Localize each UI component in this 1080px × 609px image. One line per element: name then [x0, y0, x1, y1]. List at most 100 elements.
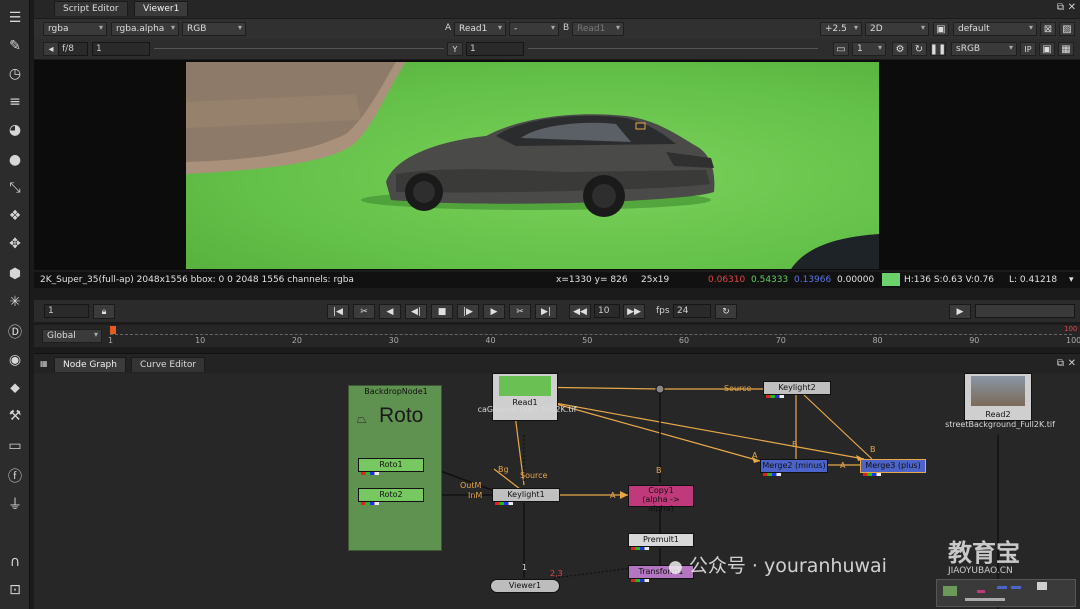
furnace-icon[interactable]: ⓕ [5, 466, 25, 486]
gain-field[interactable]: 1 [92, 42, 150, 56]
pause-icon[interactable]: ❚❚ [930, 42, 946, 56]
color-icon[interactable]: ◕ [5, 120, 25, 140]
skip-back-icon[interactable]: ◀◀ [569, 304, 591, 319]
node-premult[interactable]: Premult1 [628, 533, 694, 550]
channel-set-select[interactable]: rgba [43, 22, 107, 36]
node-viewer1[interactable]: Viewer1 [490, 579, 560, 593]
display-channel-select[interactable]: RGB [182, 22, 246, 36]
refresh-icon[interactable]: ↻ [911, 42, 927, 56]
node-keylight2[interactable]: Keylight2 [763, 381, 831, 398]
node-graph-navigator[interactable] [936, 579, 1076, 607]
node-roto1[interactable]: Roto1 [358, 458, 424, 475]
camera-icon[interactable]: ▣ [933, 22, 949, 36]
a-input-select[interactable]: Read1 [454, 22, 506, 36]
node-merge2[interactable]: Merge2 (minus) [760, 459, 828, 476]
stop-icon[interactable]: ■ [431, 304, 453, 319]
close-panel-icon[interactable]: ✕ [1068, 2, 1076, 13]
views-icon[interactable]: ◉ [5, 350, 25, 370]
proxy-select[interactable]: 1 [852, 42, 886, 56]
flipbook-icon[interactable]: ▶ [949, 304, 971, 319]
node-read2-label: Read2 [985, 410, 1011, 419]
keyer-icon[interactable]: ⤡ [5, 178, 25, 198]
stereo-icon[interactable]: ▣ [1039, 42, 1055, 56]
float-panel-icon[interactable]: ⧉ [1057, 2, 1064, 13]
paint-icon[interactable]: ✎ [5, 36, 25, 56]
timeline-tick: 60 [678, 336, 690, 345]
first-frame-icon[interactable]: |◀ [327, 304, 349, 319]
lock-icon[interactable]: 🔒︎ [93, 304, 115, 319]
play-backward-icon[interactable]: ◀| [405, 304, 427, 319]
misc-icon[interactable]: ⊡ [5, 580, 25, 600]
lut-select[interactable]: default [953, 22, 1037, 36]
filter-icon[interactable]: ● [5, 150, 25, 170]
viewer-image [186, 62, 879, 269]
particles-icon[interactable]: ✳ [5, 292, 25, 312]
tab-node-graph[interactable]: Node Graph [54, 357, 126, 372]
fps-field[interactable]: 24 [673, 304, 711, 318]
gain-select[interactable]: +2.5 [820, 22, 862, 36]
alpha-channel-select[interactable]: rgba.alpha [111, 22, 179, 36]
fstop-left-icon[interactable]: ◂ [43, 42, 59, 56]
other-icon[interactable]: ▭ [5, 436, 25, 456]
timeline-tick: 50 [582, 336, 593, 345]
tab-script-editor[interactable]: Script Editor [54, 1, 128, 16]
toolsets-icon[interactable]: ⚒ [5, 406, 25, 426]
step-forward-icon[interactable]: ▶ [483, 304, 505, 319]
frame-range-select[interactable]: Global [42, 329, 102, 343]
node-keylight1[interactable]: Keylight1 [492, 488, 560, 505]
gamma-slider[interactable] [528, 48, 818, 49]
timeline-track[interactable] [110, 334, 1072, 335]
tab-curve-editor[interactable]: Curve Editor [131, 357, 206, 372]
compare-mode-select[interactable]: - [509, 22, 559, 36]
node-roto2[interactable]: Roto2 [358, 488, 424, 505]
fstop-field[interactable]: f/8 [58, 42, 88, 56]
deep-icon[interactable]: Ⓓ [5, 322, 25, 342]
ng-float-icon[interactable]: ⧉ [1057, 358, 1064, 369]
node-copy1[interactable]: Copy1 (alpha -> alpha) [628, 485, 694, 513]
playhead[interactable] [110, 326, 116, 334]
timeline-tick: 1 [108, 336, 114, 345]
metadata-icon[interactable]: ⬥ [5, 378, 25, 398]
gain-slider[interactable] [154, 48, 444, 49]
ip-toggle[interactable]: IP [1020, 42, 1036, 56]
b-input-select[interactable]: Read1 [572, 22, 624, 36]
info-menu-icon[interactable]: ▾ [1069, 275, 1074, 285]
toolbar-icon[interactable]: ☰ [5, 8, 25, 28]
gamma-field[interactable]: 1 [466, 42, 524, 56]
colorspace-select[interactable]: sRGB [951, 42, 1017, 56]
skip-forward-icon[interactable]: ▶▶ [623, 304, 645, 319]
3d-icon[interactable]: ⬢ [5, 264, 25, 284]
loop-icon[interactable]: ↻ [715, 304, 737, 319]
view-mode-select[interactable]: 2D [865, 22, 929, 36]
viewer-canvas[interactable] [34, 60, 1080, 270]
increment-field[interactable]: 10 [594, 304, 620, 318]
sample-size: 25x19 [641, 275, 670, 285]
node-read2[interactable]: Read2 [964, 373, 1032, 421]
time-icon[interactable]: ◷ [5, 64, 25, 84]
gizmo-icon[interactable]: ∩ [5, 552, 25, 572]
node-graph-canvas[interactable]: BackdropNode1 ⏢ Roto Roto1 Roto2 Read1 c… [34, 373, 1080, 609]
frame-field[interactable]: 1 [44, 304, 89, 318]
channel-icon[interactable]: ≡ [5, 92, 25, 112]
node-viewer1-label: Viewer1 [508, 581, 542, 590]
panel-menu-icon[interactable]: ▦ [40, 359, 48, 368]
timeline[interactable]: Global 1 10 20 30 40 50 60 70 80 90 100 100 [34, 325, 1080, 347]
prev-keyframe-icon[interactable]: ✂ [353, 304, 375, 319]
update-icon[interactable]: ⚙ [892, 42, 908, 56]
merge-icon[interactable]: ❖ [5, 206, 25, 226]
roi-icon[interactable]: ⊠ [1040, 22, 1056, 36]
range-field[interactable] [975, 304, 1075, 318]
ng-close-icon[interactable]: ✕ [1068, 358, 1076, 369]
next-keyframe-icon[interactable]: ✂ [509, 304, 531, 319]
node-merge3[interactable]: Merge3 (plus) [860, 459, 926, 476]
tab-viewer1[interactable]: Viewer1 [134, 1, 189, 16]
clip-warning-icon[interactable]: ▨ [1059, 22, 1075, 36]
last-frame-icon[interactable]: ▶| [535, 304, 557, 319]
transform-icon[interactable]: ✥ [5, 234, 25, 254]
step-back-icon[interactable]: ◀ [379, 304, 401, 319]
wipe-icon[interactable]: ▦ [1058, 42, 1074, 56]
proxy-icon[interactable]: ▭ [833, 42, 849, 56]
y-toggle[interactable]: Y [447, 42, 463, 56]
plugin-icon[interactable]: ⏚ [5, 494, 25, 514]
play-forward-icon[interactable]: |▶ [457, 304, 479, 319]
